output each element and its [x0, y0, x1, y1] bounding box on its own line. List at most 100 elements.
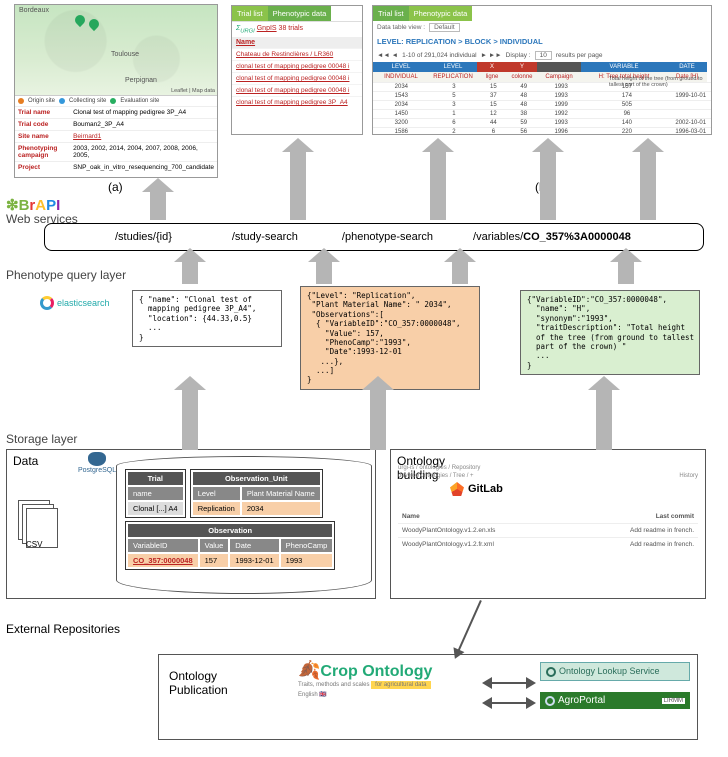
up-arrow-icon — [452, 262, 468, 284]
bp-header-row: LEVELLEVELXYVARIABLEDATE — [373, 62, 711, 72]
gnpis-link[interactable]: GnpIS — [257, 25, 277, 32]
view-label: Data table view : — [377, 24, 425, 31]
data-title: Data — [13, 454, 38, 468]
git-breadcrumb: urgi-is / ontologies / Repository develo… — [398, 465, 698, 479]
es-ring-icon — [40, 296, 54, 310]
ols-banner: Ontology Lookup Service — [540, 662, 690, 681]
dbl-arrow-icon — [490, 682, 528, 684]
tab-pheno-data[interactable]: Phenotypic data — [268, 6, 332, 21]
tbl-obsunit: Observation_Unit LevelPlant Material Nam… — [190, 469, 323, 518]
trial-link[interactable]: Chateau de Restinclières / LR360 — [232, 48, 362, 60]
flag-icon: 🇬🇧 — [319, 692, 326, 698]
db-tables: Trial name Clonal [...] A4 Observation_U… — [124, 468, 364, 571]
up-arrow-icon — [430, 152, 446, 220]
pager-count-select[interactable]: 10 — [535, 51, 552, 60]
legend-origin: Origin site — [28, 98, 55, 104]
map-city-toulouse: Toulouse — [111, 51, 139, 58]
tab-trial-list[interactable]: Trial list — [373, 6, 409, 21]
git-commit: Add readme in french. — [630, 541, 694, 548]
panel-b: Trial list Phenotypic data ΣURGI GnpIS 3… — [231, 5, 363, 135]
row-key: Trial name — [15, 107, 70, 119]
up-arrow-icon — [290, 152, 306, 220]
trial-link[interactable]: clonal test of mapping pedigree 00048 i — [232, 60, 362, 72]
gitlab-fox-icon — [450, 482, 464, 496]
ws-study-search: /study-search — [232, 231, 298, 243]
csv-label: CSV — [26, 540, 42, 549]
map-attrib: Leaflet | Map data — [171, 88, 215, 94]
map-legend: Origin site Collecting site Evaluation s… — [15, 95, 217, 106]
up-arrow-icon — [316, 262, 332, 284]
json-observation: {"Level": "Replication", "Plant Material… — [300, 286, 480, 390]
pager-display-label: Display : — [506, 52, 531, 59]
up-arrow-icon — [182, 262, 198, 284]
pager-suffix: results per page — [556, 52, 603, 59]
diag-arrow-icon — [455, 600, 482, 657]
es-label: elasticsearch — [57, 298, 110, 308]
up-arrow-icon — [540, 152, 556, 220]
level-breadcrumb: LEVEL: REPLICATION > BLOCK > INDIVIDUAL — [373, 34, 711, 49]
trial-link[interactable]: clonal test of mapping pedigree 3P_A4 — [232, 96, 362, 108]
row-val: Clonal test of mapping pedigree 3P_A4 — [70, 107, 217, 119]
tab-trial-list[interactable]: Trial list — [232, 6, 268, 21]
row-val: SNP_oak_in_vitro_resequencing_700_candid… — [70, 162, 217, 174]
map-city-bordeaux: Bordeaux — [19, 7, 49, 14]
origin-dot-icon — [18, 98, 24, 104]
map-pin-icon — [73, 13, 87, 27]
map-city-perpignan: Perpignan — [125, 77, 157, 84]
row-key: Site name — [15, 131, 70, 143]
webservices-bar: /studies/{id} /study-search /phenotype-s… — [44, 223, 704, 251]
layer-external: External Repositories — [6, 622, 120, 636]
trial-link[interactable]: clonal test of mapping pedigree 00048 i — [232, 72, 362, 84]
map: Bordeaux Toulouse Perpignan Leaflet | Ma… — [15, 5, 217, 95]
ws-variables: /variables/CO_357%3A0000048 — [473, 231, 631, 243]
row-key: Project — [15, 162, 70, 174]
row-val[interactable]: Beirnard1 — [70, 131, 217, 143]
view-select[interactable]: Default — [429, 23, 460, 32]
panel-bprime: Trial list Phenotypic data Data table vi… — [372, 5, 712, 135]
git-commit: Add readme in french. — [630, 527, 694, 534]
trial-info-table: Trial nameClonal test of mapping pedigre… — [15, 106, 217, 173]
panel-a-label: (a) — [108, 180, 123, 194]
row-key: Trial code — [15, 119, 70, 131]
layer-storage: Storage layer — [6, 432, 77, 446]
legend-collect: Collecting site — [69, 98, 106, 104]
row-val: Bouman2_3P_A4 — [70, 119, 217, 131]
up-arrow-icon — [618, 262, 634, 284]
pager-range: 1-10 of 291,024 individual — [402, 52, 476, 59]
json-variable: {"VariableID":"CO_357:0000048", "name": … — [520, 290, 700, 375]
dbl-arrow-icon — [490, 702, 528, 704]
up-arrow-icon — [370, 390, 386, 450]
gitlab-logo: GitLab — [450, 482, 503, 496]
tbl-trial: Trial name Clonal [...] A4 — [125, 469, 186, 518]
up-arrow-icon — [640, 152, 656, 220]
tbl-observation: Observation VariableIDValueDatePhenoCamp… — [125, 521, 335, 570]
git-file[interactable]: WoodyPlantOntology.v1.2.fr.xml — [402, 541, 494, 548]
elasticsearch-logo: elasticsearch — [40, 296, 110, 310]
onto-pub-title: Ontology Publication — [169, 669, 228, 697]
panel-a: Bordeaux Toulouse Perpignan Leaflet | Ma… — [14, 4, 218, 178]
col-name[interactable]: Name — [232, 37, 362, 48]
ws-studies: /studies/{id} — [115, 231, 172, 243]
elephant-icon — [88, 452, 106, 466]
legend-eval: Evaluation site — [120, 98, 159, 104]
git-file[interactable]: WoodyPlantOntology.v1.2.en.xls — [402, 527, 495, 534]
row-val: 2003, 2002, 2014, 2004, 2007, 2008, 2006… — [70, 143, 217, 162]
pager-next-icon[interactable]: ► ►► — [481, 52, 502, 59]
up-arrow-icon — [596, 390, 612, 450]
postgres-logo: PostgreSQL — [78, 452, 116, 474]
trial-link[interactable]: clonal test of mapping pedigree 00048 i — [232, 84, 362, 96]
gnpis-count: 38 trials — [279, 25, 304, 32]
row-key: Phenotyping campaign — [15, 143, 70, 162]
bp-data-table: 203431549199315715435374819931741999-10-… — [373, 82, 711, 136]
gnpis-bar: ΣURGI GnpIS 38 trials — [232, 21, 362, 37]
collect-dot-icon — [59, 98, 65, 104]
pager-prev-icon[interactable]: ◄◄ ◄ — [377, 52, 398, 59]
up-arrow-icon — [150, 192, 166, 220]
git-col-name: Name — [402, 513, 420, 520]
layer-phenoquery: Phenotype query layer — [6, 268, 126, 282]
agroportal-banner: AgroPortalLIRMM — [540, 692, 690, 709]
ws-pheno-search: /phenotype-search — [342, 231, 433, 243]
json-study: { "name": "Clonal test of mapping pedigr… — [132, 290, 282, 347]
eval-dot-icon — [110, 98, 116, 104]
tab-pheno-data[interactable]: Phenotypic data — [409, 6, 473, 21]
